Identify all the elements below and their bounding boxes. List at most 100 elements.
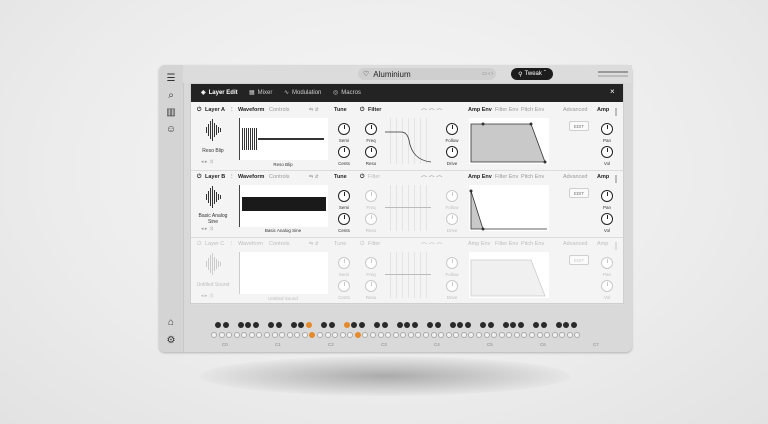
- white-key[interactable]: [279, 332, 285, 338]
- vol-knob[interactable]: [601, 280, 613, 292]
- white-key[interactable]: [491, 332, 497, 338]
- filter-curve-display[interactable]: [385, 185, 431, 231]
- black-key[interactable]: [396, 322, 403, 328]
- semi-knob[interactable]: [338, 123, 350, 135]
- white-key[interactable]: [347, 332, 353, 338]
- white-key[interactable]: [362, 332, 368, 338]
- white-key[interactable]: [211, 332, 217, 338]
- black-key[interactable]: [570, 322, 577, 328]
- semi-knob[interactable]: [338, 257, 350, 269]
- white-key[interactable]: [559, 332, 565, 338]
- follow-knob[interactable]: [446, 257, 458, 269]
- black-key[interactable]: [480, 322, 486, 328]
- advanced-label[interactable]: Advanced: [563, 107, 587, 113]
- pan-knob[interactable]: [601, 123, 613, 135]
- black-key[interactable]: [351, 322, 357, 328]
- white-key[interactable]: [453, 332, 459, 338]
- layer-menu-icon[interactable]: ⋮: [229, 174, 235, 180]
- black-key[interactable]: [245, 322, 251, 328]
- amp-env-label[interactable]: Amp Env: [468, 174, 492, 180]
- pan-knob[interactable]: [601, 190, 613, 202]
- black-key[interactable]: [343, 322, 350, 328]
- sample-transport-icon[interactable]: ◂ ▸ ⤨: [201, 293, 213, 299]
- controls-label[interactable]: Controls: [269, 241, 289, 247]
- white-key[interactable]: [392, 332, 399, 338]
- layer-menu-icon[interactable]: ⋮: [229, 107, 235, 113]
- black-key[interactable]: [321, 322, 327, 328]
- library-icon[interactable]: ▥: [164, 105, 178, 119]
- white-key[interactable]: [468, 332, 474, 338]
- sample-transport-icon[interactable]: ◂ ▸ ⤨: [201, 226, 213, 232]
- pitch-env-label[interactable]: Pitch Env: [521, 241, 544, 247]
- keyboard[interactable]: [208, 320, 618, 348]
- white-key[interactable]: [574, 332, 580, 338]
- controls-label[interactable]: Controls: [269, 107, 289, 113]
- black-key[interactable]: [222, 322, 229, 328]
- black-key[interactable]: [510, 322, 516, 328]
- white-key[interactable]: [354, 332, 361, 338]
- preset-selector[interactable]: ♡ Aluminium ▭ ‹ ›: [358, 68, 496, 80]
- cents-knob[interactable]: [338, 280, 350, 292]
- vol-knob[interactable]: [601, 146, 613, 158]
- envelope-display[interactable]: [469, 252, 549, 298]
- white-key[interactable]: [423, 332, 429, 338]
- waveform-display[interactable]: [239, 118, 328, 160]
- white-key[interactable]: [438, 332, 444, 338]
- drive-knob[interactable]: [446, 280, 458, 292]
- black-key[interactable]: [540, 322, 547, 328]
- cents-knob[interactable]: [338, 146, 350, 158]
- white-key[interactable]: [551, 332, 558, 338]
- white-key[interactable]: [264, 332, 270, 338]
- white-key[interactable]: [301, 332, 308, 338]
- white-key[interactable]: [271, 332, 278, 338]
- preset-arrows-icon[interactable]: ▭ ‹ ›: [482, 71, 493, 77]
- layer-menu-icon[interactable]: ⋮: [229, 241, 235, 247]
- tab-layer-edit[interactable]: ◈ Layer Edit: [201, 89, 238, 97]
- advanced-label[interactable]: Advanced: [563, 241, 587, 247]
- white-key[interactable]: [233, 332, 240, 338]
- pitch-env-label[interactable]: Pitch Env: [521, 107, 544, 113]
- tab-mixer[interactable]: ▦ Mixer: [249, 89, 272, 97]
- filter-env-label[interactable]: Filter Env: [495, 241, 518, 247]
- reso-knob[interactable]: [365, 280, 377, 292]
- white-key[interactable]: [218, 332, 225, 338]
- black-key[interactable]: [328, 322, 335, 328]
- drive-knob[interactable]: [446, 146, 458, 158]
- advanced-label[interactable]: Advanced: [563, 174, 587, 180]
- freq-knob[interactable]: [365, 257, 377, 269]
- tab-modulation[interactable]: ∿ Modulation: [284, 89, 321, 97]
- white-key[interactable]: [256, 332, 262, 338]
- black-key[interactable]: [457, 322, 463, 328]
- black-key[interactable]: [555, 322, 562, 328]
- black-key[interactable]: [427, 322, 433, 328]
- browser-icon[interactable]: ☰: [164, 71, 178, 85]
- white-key[interactable]: [430, 332, 437, 338]
- waveform-display[interactable]: [239, 185, 328, 227]
- black-key[interactable]: [434, 322, 441, 328]
- black-key[interactable]: [404, 322, 410, 328]
- filter-power-icon[interactable]: ⏻: [360, 107, 364, 114]
- white-key[interactable]: [483, 332, 490, 338]
- search-icon[interactable]: ⌕: [164, 88, 178, 102]
- black-key[interactable]: [381, 322, 388, 328]
- black-key[interactable]: [298, 322, 304, 328]
- white-key[interactable]: [286, 332, 293, 338]
- white-key[interactable]: [377, 332, 384, 338]
- white-key[interactable]: [309, 332, 315, 338]
- filter-power-icon[interactable]: ⏻: [360, 174, 364, 181]
- white-key[interactable]: [529, 332, 535, 338]
- white-key[interactable]: [513, 332, 520, 338]
- black-key[interactable]: [275, 322, 282, 328]
- white-key[interactable]: [332, 332, 338, 338]
- white-key[interactable]: [476, 332, 482, 338]
- white-key[interactable]: [339, 332, 346, 338]
- black-key[interactable]: [533, 322, 539, 328]
- vol-knob[interactable]: [601, 213, 613, 225]
- filter-curve-display[interactable]: [385, 252, 431, 298]
- waveform-tools-icon[interactable]: ⇆ ⇵: [309, 107, 319, 113]
- waveform-tools-icon[interactable]: ⇆ ⇵: [309, 241, 319, 247]
- white-key[interactable]: [460, 332, 467, 338]
- pitch-env-label[interactable]: Pitch Env: [521, 174, 544, 180]
- filter-type-icons[interactable]: ⌒ ⌒ ⌒: [421, 107, 442, 116]
- white-key[interactable]: [400, 332, 406, 338]
